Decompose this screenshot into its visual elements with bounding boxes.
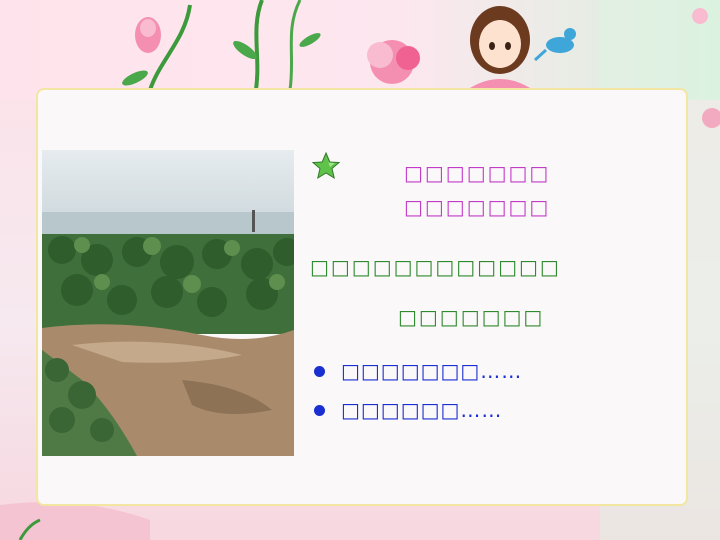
bullet-item-2: □□□□□□…… [314,397,502,423]
bullet-text: □□□□□□□…… [341,359,523,383]
title-line-2: □□□□□□□ [404,195,551,219]
green-star-icon [311,151,341,180]
title-line-1: □□□□□□□ [404,161,551,185]
bullet-text: □□□□□□…… [341,398,503,422]
bullet-item-1: □□□□□□□…… [314,358,522,384]
green-text-line-1: □□□□□□□□□□□□ [310,255,561,279]
blue-dot-icon [314,404,325,416]
mangrove-wetland-photo [42,150,294,456]
green-text-line-2: □□□□□□□ [398,305,545,329]
blue-dot-icon [314,365,325,377]
